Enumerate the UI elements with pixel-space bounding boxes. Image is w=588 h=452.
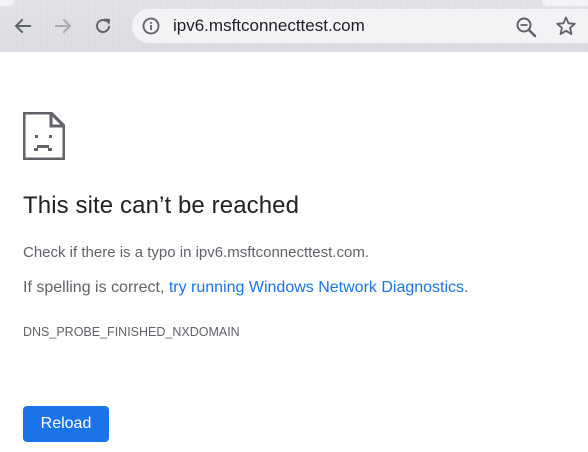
reload-button[interactable]: Reload	[23, 406, 109, 442]
typo-hint: Check if there is a typo in ipv6.msftcon…	[23, 244, 369, 261]
tab-strip-edge-right	[542, 0, 588, 6]
sad-page-icon	[23, 112, 65, 160]
spelling-hint-prefix: If spelling is correct,	[23, 279, 169, 296]
network-diagnostics-link[interactable]: try running Windows Network Diagnostics	[169, 279, 464, 296]
reload-page-button[interactable]	[90, 13, 116, 39]
info-icon[interactable]	[142, 17, 160, 35]
back-button[interactable]	[10, 13, 36, 39]
address-bar[interactable]: ipv6.msftconnecttest.com	[132, 9, 588, 43]
browser-toolbar: ipv6.msftconnecttest.com	[0, 0, 588, 52]
spelling-hint: If spelling is correct, try running Wind…	[23, 279, 469, 297]
star-icon[interactable]	[555, 15, 577, 37]
arrow-right-icon	[55, 18, 72, 34]
reload-icon	[96, 18, 110, 33]
error-code: DNS_PROBE_FINISHED_NXDOMAIN	[23, 325, 240, 339]
url-text[interactable]: ipv6.msftconnecttest.com	[173, 16, 365, 36]
error-title: This site can’t be reached	[23, 192, 300, 219]
zoom-out-icon[interactable]	[515, 16, 537, 38]
forward-button[interactable]	[50, 13, 76, 39]
arrow-left-icon	[14, 18, 31, 34]
spelling-hint-suffix: .	[464, 279, 469, 296]
